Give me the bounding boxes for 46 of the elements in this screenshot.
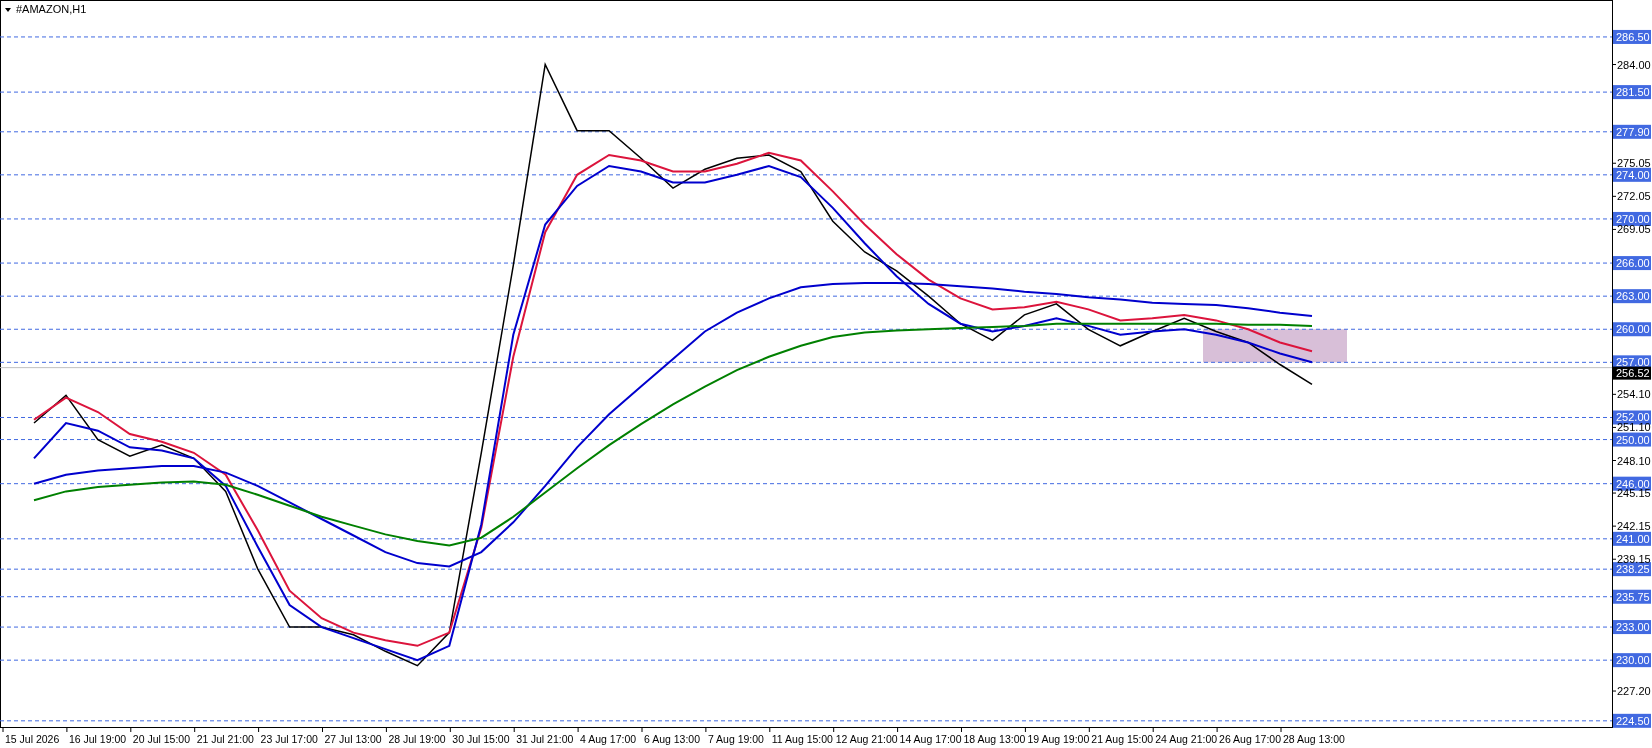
- axis-tick-label: 19 Aug 19:00: [1027, 733, 1090, 745]
- axis-tick-label: 11 Aug 15:00: [771, 733, 833, 745]
- axis-tick-label: 272.05: [1617, 190, 1651, 203]
- axis-tick-label: 275.05: [1617, 157, 1651, 170]
- axis-tick-label: 20 Jul 15:00: [132, 733, 190, 745]
- axis-tick-label: 30 Jul 15:00: [452, 733, 510, 745]
- axis-tick-label: 242.15: [1617, 520, 1651, 533]
- price-level-label: 260.00: [1613, 322, 1651, 337]
- price-level-label: 241.00: [1613, 531, 1651, 546]
- price-level-label: 274.00: [1613, 167, 1651, 182]
- axis-tick-label: 248.10: [1617, 454, 1651, 467]
- axis-tick-label: 16 Jul 19:00: [68, 733, 127, 745]
- axis-tick-label: 28 Jul 19:00: [388, 733, 446, 745]
- axis-tick-label: 227.20: [1617, 685, 1651, 698]
- price-level-label: 250.00: [1613, 432, 1651, 447]
- axis-tick-label: 12 Aug 21:00: [835, 733, 898, 745]
- axis-tick-label: 21 Aug 15:00: [1091, 733, 1154, 745]
- axis-tick-label: 15 Jul 2026: [5, 733, 60, 745]
- axis-tick-label: 6 Aug 13:00: [644, 733, 701, 745]
- axis-tick-label: 31 Jul 21:00: [516, 733, 574, 745]
- axis-tick-label: 21 Jul 21:00: [196, 733, 254, 745]
- axis-tick-label: 269.05: [1617, 223, 1651, 236]
- axis-tick-label: 14 Aug 17:00: [899, 733, 962, 745]
- price-level-label: 224.50: [1613, 713, 1651, 728]
- axis-tick-label: 18 Aug 13:00: [963, 733, 1026, 745]
- price-level-label: 270.00: [1613, 211, 1651, 226]
- price-level-label: 266.00: [1613, 256, 1651, 271]
- price-level-label: 263.00: [1613, 289, 1651, 304]
- dropdown-triangle-icon[interactable]: [5, 8, 11, 12]
- price-level-label: 281.50: [1613, 85, 1651, 100]
- axis-tick-label: 24 Aug 21:00: [1155, 733, 1218, 745]
- axis-tick-label: 284.00: [1617, 58, 1651, 71]
- price-level-label: 230.00: [1613, 653, 1651, 668]
- price-level-label: 233.00: [1613, 620, 1651, 635]
- axis-tick-label: 4 Aug 17:00: [580, 733, 637, 745]
- axis-tick-label: 27 Jul 13:00: [324, 733, 382, 745]
- price-level-label: 235.75: [1613, 589, 1651, 604]
- axis-tick-label: 28 Aug 13:00: [1283, 733, 1345, 745]
- price-level-label: 286.50: [1613, 29, 1651, 44]
- axis-tick-label: 7 Aug 19:00: [707, 733, 764, 745]
- chart-title: #AMAZON,H1: [16, 3, 87, 15]
- axis-tick-label: 23 Jul 17:00: [260, 733, 318, 745]
- price-level-label: 277.90: [1613, 124, 1651, 139]
- axis-tick-label: 26 Aug 17:00: [1219, 733, 1281, 745]
- price-level-label: 238.25: [1613, 562, 1651, 577]
- axis-tick-label: 254.10: [1617, 388, 1651, 401]
